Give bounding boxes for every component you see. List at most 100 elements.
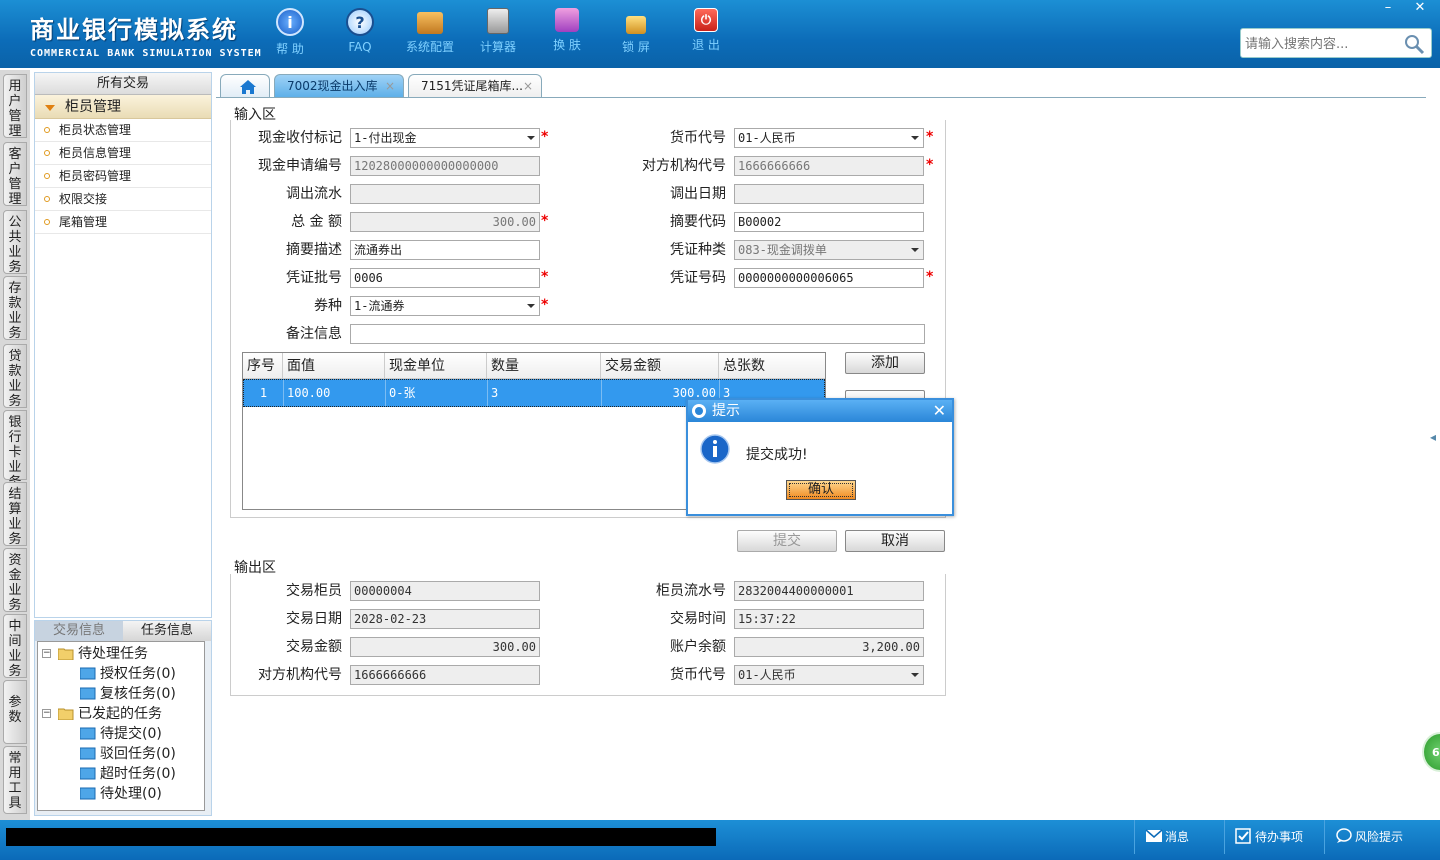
tree-node-initiated[interactable]: − 已发起的任务 [38,704,204,724]
coupon-type-select[interactable]: 1-流通券 [350,296,540,316]
mail-icon [1145,829,1163,842]
trade-amount-field[interactable]: 300.00 [350,637,540,657]
confirm-button[interactable]: 确认 [786,480,856,500]
tab-home[interactable] [220,74,270,98]
counter-org-field[interactable]: 1666666666 [734,156,924,176]
sidebar-group[interactable]: 柜员管理 [35,95,211,119]
tab-task-info[interactable]: 任务信息 [123,621,211,641]
vnav-settlement[interactable]: 结算业务 [3,482,27,547]
vertical-nav: 用户管理 客户管理 公共业务 存款业务 贷款业务 银行卡业务 结算业务 资金业务… [0,70,30,820]
out-serial-field[interactable] [350,184,540,204]
col-face-value[interactable]: 面值 [283,353,385,379]
col-quantity[interactable]: 数量 [487,353,601,379]
sidebar-header[interactable]: 所有交易 [35,73,211,95]
sidebar-item-teller-password[interactable]: 柜员密码管理 [35,165,211,188]
total-amount-field[interactable]: 300.00 [350,212,540,232]
cash-flag-select[interactable]: 1-付出现金 [350,128,540,148]
tab-close-icon[interactable]: × [385,75,395,97]
tree-node-pending[interactable]: − 待处理任务 [38,644,204,664]
skin-button[interactable]: 换 肤 [539,8,595,53]
vnav-public-business[interactable]: 公共业务 [3,210,27,275]
brand: 商业银行模拟系统 COMMERCIAL BANK SIMULATION SYST… [30,10,262,59]
tab-voucher-tailbox[interactable]: 7151凭证尾箱库... × [408,74,542,98]
dialog-close-icon[interactable]: ✕ [933,400,946,422]
todo-button[interactable]: 待办事项 [1224,820,1324,854]
tree-node-to-handle[interactable]: 待处理(0) [38,784,204,804]
tree-node-to-submit[interactable]: 待提交(0) [38,724,204,744]
out-currency-select[interactable]: 01-人民币 [734,665,924,685]
vnav-customer-mgmt[interactable]: 客户管理 [3,142,27,207]
apply-no-field[interactable]: 12028000000000000000 [350,156,540,176]
vnav-intermediary[interactable]: 中间业务 [3,614,27,679]
teller-serial-field[interactable]: 2832004400000001 [734,581,924,601]
vnav-params[interactable]: 参数 [3,680,27,744]
collapse-icon[interactable]: − [42,709,51,718]
cancel-button[interactable]: 取消 [845,530,945,552]
tree-node-label: 待提交(0) [100,726,162,742]
out-date-field[interactable] [734,184,924,204]
vnav-tools[interactable]: 常用工具 [3,746,27,814]
collapse-icon[interactable]: − [42,649,51,658]
trade-time-field[interactable]: 15:37:22 [734,609,924,629]
faq-button[interactable]: ? FAQ [332,8,388,54]
question-icon: ? [346,8,374,36]
add-button[interactable]: 添加 [845,352,925,374]
chat-bubble-icon [1336,828,1352,843]
vnav-deposit[interactable]: 存款业务 [3,276,27,341]
info-icon: i [276,8,304,36]
balance-field[interactable]: 3,200.00 [734,637,924,657]
sidebar-item-teller-info[interactable]: 柜员信息管理 [35,142,211,165]
col-seq[interactable]: 序号 [243,353,283,379]
tree-node-rejected[interactable]: 驳回任务(0) [38,744,204,764]
voucher-batch-field[interactable]: 0006 [350,268,540,288]
submit-button[interactable]: 提交 [737,530,837,552]
voucher-type-select[interactable]: 083-现金调拨单 [734,240,924,260]
lock-screen-button[interactable]: 锁 屏 [608,8,664,55]
vnav-user-mgmt[interactable]: 用户管理 [3,74,27,139]
teller-field[interactable]: 00000004 [350,581,540,601]
tab-close-icon[interactable]: × [523,75,533,97]
tab-cash-in-out[interactable]: 7002现金出入库 × [274,74,404,98]
trade-date-field[interactable]: 2028-02-23 [350,609,540,629]
search-input[interactable] [1245,33,1405,55]
col-cash-unit[interactable]: 现金单位 [385,353,487,379]
sidebar-item-tail-box[interactable]: 尾箱管理 [35,211,211,234]
help-label: 帮 助 [276,42,304,56]
col-trade-amount[interactable]: 交易金额 [601,353,719,379]
voucher-no-field[interactable]: 0000000000006065 [734,268,924,288]
toolbox-icon [417,12,443,34]
col-total-sheets[interactable]: 总张数 [719,353,825,379]
tab-trade-info[interactable]: 交易信息 [35,621,123,641]
system-config-button[interactable]: 系统配置 [402,8,458,55]
task-panel: 交易信息 任务信息 − 待处理任务 授权任务(0) 复核任务(0) − 已发起的… [34,620,212,816]
remark-field[interactable] [350,324,925,344]
risk-button[interactable]: 风险提示 [1324,820,1434,854]
tree-node-auth[interactable]: 授权任务(0) [38,664,204,684]
out-counter-org-field[interactable]: 1666666666 [350,665,540,685]
exit-button[interactable]: ⏻ 退 出 [678,8,734,53]
out-counter-org-label: 对方机构代号 [258,667,342,683]
vnav-card[interactable]: 银行卡业务 [3,410,27,490]
checkbox-icon [1235,828,1251,844]
sidebar-item-teller-status[interactable]: 柜员状态管理 [35,119,211,142]
help-button[interactable]: i 帮 助 [262,8,318,57]
chevron-down-icon [527,304,535,308]
required-mark: * [541,129,549,145]
tree-node-timeout[interactable]: 超时任务(0) [38,764,204,784]
summary-desc-field[interactable]: 流通券出 [350,240,540,260]
tree-node-review[interactable]: 复核任务(0) [38,684,204,704]
calculator-button[interactable]: 计算器 [470,8,526,55]
vnav-loan[interactable]: 贷款业务 [3,344,27,409]
message-button[interactable]: 消息 [1134,820,1224,854]
success-dialog: 提示 ✕ 提交成功! 确认 [686,398,954,516]
search-icon[interactable] [1403,33,1425,55]
collapse-arrow-icon[interactable]: ◂ [1430,430,1438,458]
summary-code-field[interactable]: B00002 [734,212,924,232]
vnav-funds[interactable]: 资金业务 [3,548,27,613]
currency-select[interactable]: 01-人民币 [734,128,924,148]
close-window-button[interactable]: ✕ [1404,0,1436,18]
minimize-button[interactable]: – [1372,0,1404,18]
sidebar-item-label: 柜员密码管理 [59,169,132,183]
sidebar-item-permission-handover[interactable]: 权限交接 [35,188,211,211]
sidebar-item-label: 权限交接 [59,192,108,206]
